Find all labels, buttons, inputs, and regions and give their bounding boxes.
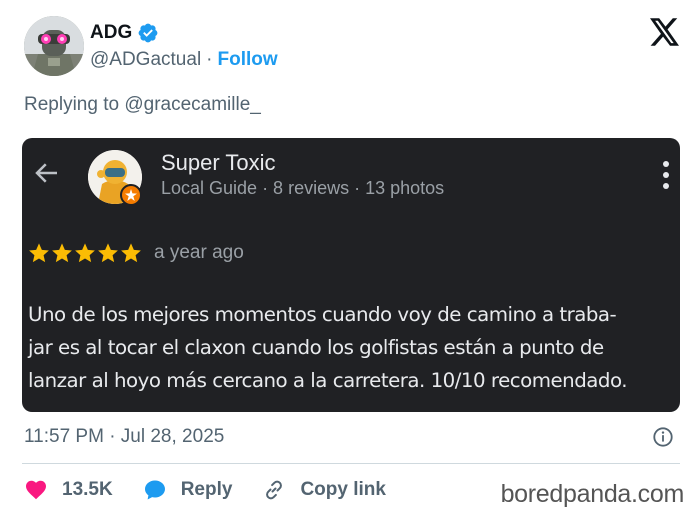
tweet-actions: 13.5K Reply Copy link [24, 476, 386, 504]
reply-label: Reply [180, 479, 233, 500]
more-vert-icon[interactable] [658, 160, 674, 190]
local-guide-badge-icon [120, 184, 142, 206]
review-screenshot-card: Super Toxic Local Guide · 8 reviews · 13… [22, 138, 680, 412]
review-line: lanzar al hoyo más cercano a la carreter… [28, 369, 628, 392]
star-icon [52, 243, 72, 263]
copy-link-label: Copy link [300, 479, 386, 500]
tweet-timestamp[interactable]: 11:57 PM · Jul 28, 2025 [24, 426, 224, 448]
tweet-header: ADG @ADGactual · Follow [24, 16, 684, 80]
reviewer-name[interactable]: Super Toxic [161, 150, 276, 176]
watermark: boredpanda.com [500, 480, 685, 508]
star-icon [29, 243, 49, 263]
star-icon [75, 243, 95, 263]
like-button[interactable]: 13.5K [24, 478, 113, 502]
review-line: jar es al tocar el claxon cuando los gol… [28, 336, 604, 359]
reply-bubble-icon [144, 480, 165, 500]
rating-stars [28, 242, 142, 264]
reviewer-meta: Local Guide · 8 reviews · 13 photos [161, 178, 445, 198]
like-count: 13.5K [62, 479, 113, 500]
star-icon [121, 243, 141, 263]
author-avatar[interactable] [24, 16, 84, 76]
x-logo-icon[interactable] [650, 18, 680, 46]
verified-badge-icon [138, 23, 158, 43]
back-arrow-icon[interactable] [32, 158, 62, 188]
star-icon [98, 243, 118, 263]
author-handle[interactable]: @ADGactual [90, 49, 201, 71]
author-display-name[interactable]: ADG [90, 22, 132, 44]
review-line: Uno de los mejores momentos cuando voy d… [28, 303, 617, 326]
divider [22, 463, 680, 464]
replying-to[interactable]: Replying to @gracecamille_ [24, 94, 261, 116]
copy-link-button[interactable]: Copy link [262, 478, 386, 502]
review-text: Uno de los mejores momentos cuando voy d… [28, 298, 680, 397]
follow-button[interactable]: Follow [218, 49, 278, 71]
handle-separator: · [206, 49, 213, 70]
info-icon[interactable] [652, 426, 674, 448]
review-time: a year ago [154, 242, 244, 263]
heart-icon [26, 480, 46, 500]
reply-button[interactable]: Reply [143, 478, 233, 502]
link-icon [266, 480, 283, 500]
